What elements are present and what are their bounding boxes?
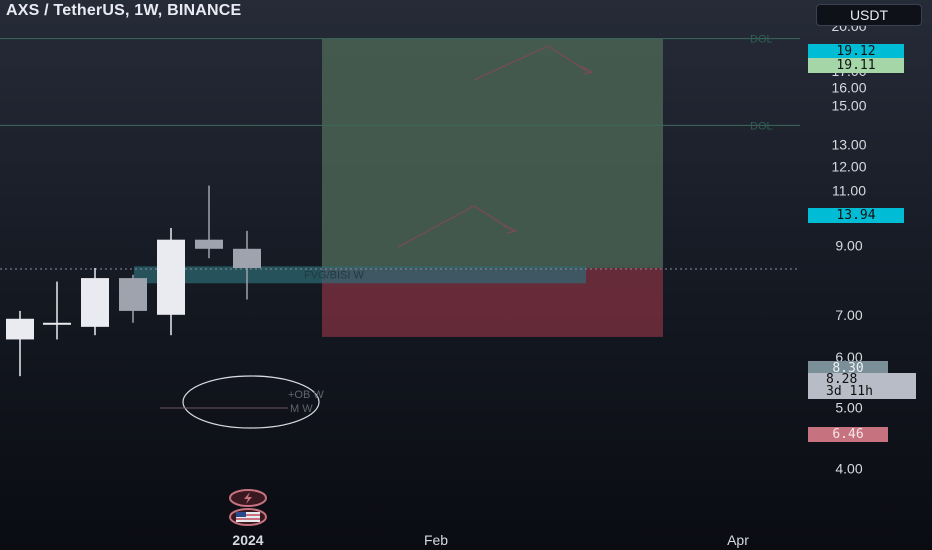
m-label: M W (290, 403, 313, 415)
dol-lower-cyan-badge: 13.94 (808, 208, 904, 223)
y-tick-label: 9.00 (835, 238, 862, 254)
y-tick-label: 13.00 (831, 137, 866, 153)
candle-body (195, 239, 223, 249)
x-tick-label: Apr (727, 532, 749, 548)
dol-level-label: DOL (750, 120, 773, 132)
dol-upper-cyan-badge: 19.12 (808, 44, 904, 59)
y-tick-label: 15.00 (831, 97, 866, 113)
price-chart[interactable]: FVG/BISI W DOLDOL +OB WM W 20.0018.0017.… (0, 0, 932, 550)
fvg-zone-label: FVG/BISI W (304, 269, 365, 281)
candle-body (157, 239, 185, 315)
currency-button[interactable]: USDT (816, 4, 922, 26)
x-axis-ticks: 2024 Feb Apr (232, 532, 749, 548)
ob-label: +OB W (288, 389, 324, 401)
highlight-circle (182, 375, 320, 429)
y-tick-label: 16.00 (831, 80, 866, 96)
y-tick-label: 12.00 (831, 159, 866, 175)
lightning-event-icon[interactable] (228, 489, 268, 507)
us-flag-event-icon[interactable] (228, 508, 268, 526)
candle-body (233, 248, 261, 268)
countdown-label: 3d 11h (826, 384, 873, 399)
y-tick-label: 7.00 (835, 307, 862, 323)
dol-upper-green-badge: 19.11 (808, 58, 904, 73)
y-tick-label: 4.00 (835, 461, 862, 477)
candle-body (81, 278, 109, 327)
last-price-box: 8.28 3d 11h (808, 373, 916, 399)
y-axis-ticks: 20.0018.0017.0016.0015.0013.0012.0011.00… (831, 18, 866, 476)
x-tick-label: Feb (424, 532, 448, 548)
x-tick-label: 2024 (232, 532, 263, 548)
dol-level-label: DOL (750, 34, 773, 46)
stop-price-badge: 6.46 (808, 427, 888, 442)
annotations-layer: +OB W M W (160, 375, 324, 429)
y-tick-label: 11.00 (832, 183, 866, 199)
y-tick-label: 5.00 (835, 399, 862, 415)
symbol-title[interactable]: AXS / TetherUS, 1W, BINANCE (6, 2, 241, 20)
candle-body (6, 318, 34, 340)
candle-body (43, 322, 71, 325)
profit-zone (322, 38, 663, 268)
candle-body (119, 278, 147, 311)
